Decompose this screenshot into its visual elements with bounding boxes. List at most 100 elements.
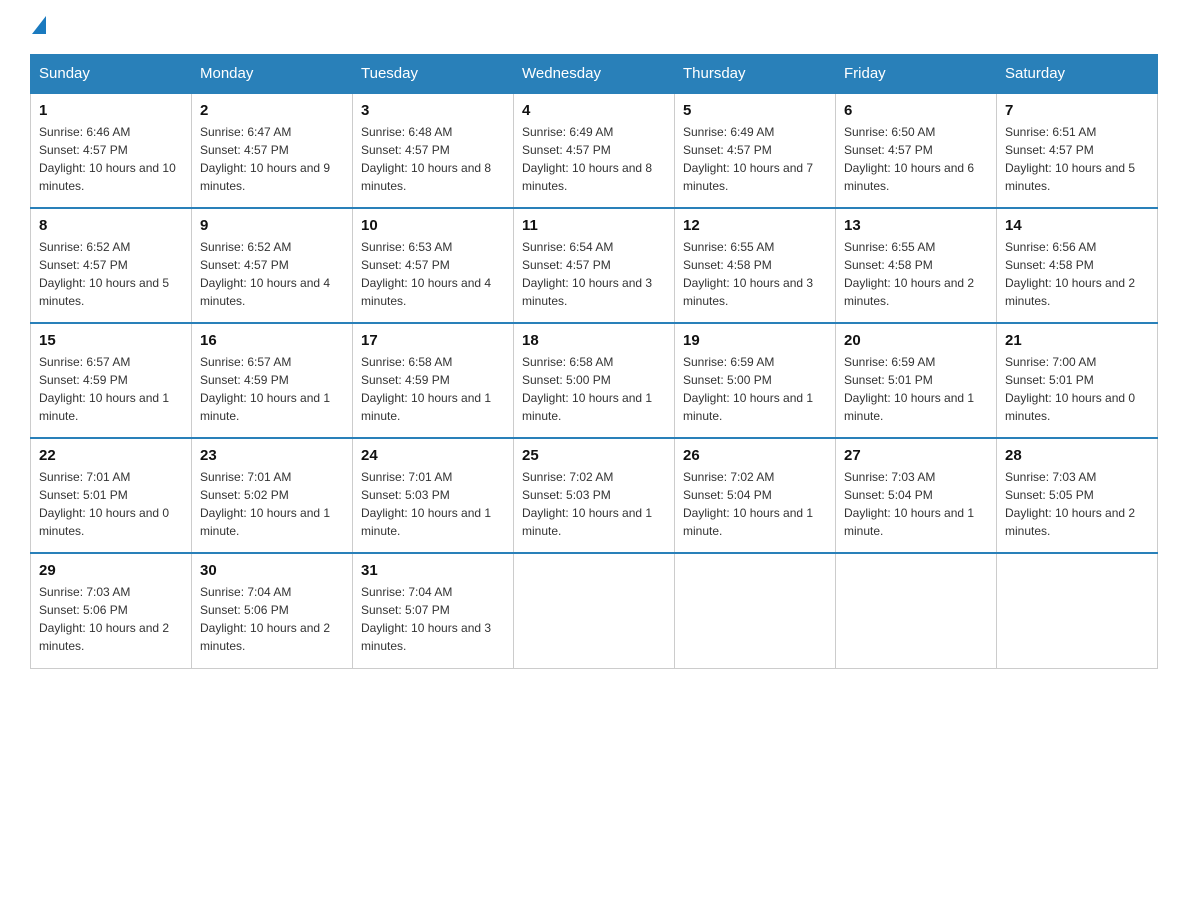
calendar-cell: 30 Sunrise: 7:04 AMSunset: 5:06 PMDayligh…: [192, 553, 353, 668]
day-info: Sunrise: 6:59 AMSunset: 5:01 PMDaylight:…: [844, 355, 974, 423]
day-info: Sunrise: 6:49 AMSunset: 4:57 PMDaylight:…: [683, 125, 813, 193]
day-info: Sunrise: 7:01 AMSunset: 5:03 PMDaylight:…: [361, 470, 491, 538]
day-number: 1: [39, 102, 183, 119]
day-number: 10: [361, 217, 505, 234]
day-info: Sunrise: 6:46 AMSunset: 4:57 PMDaylight:…: [39, 125, 176, 193]
calendar-cell: 18Sunrise: 6:58 AMSunset: 5:00 PMDayligh…: [514, 323, 675, 438]
calendar-cell: 20 Sunrise: 6:59 AMSunset: 5:01 PMDayligh…: [836, 323, 997, 438]
calendar-cell: 2Sunrise: 6:47 AMSunset: 4:57 PMDaylight…: [192, 93, 353, 208]
calendar-cell: 16 Sunrise: 6:57 AMSunset: 4:59 PMDayligh…: [192, 323, 353, 438]
day-number: 3: [361, 102, 505, 119]
column-header-wednesday: Wednesday: [514, 55, 675, 94]
calendar-cell: 23Sunrise: 7:01 AMSunset: 5:02 PMDayligh…: [192, 438, 353, 553]
day-number: 29: [39, 562, 183, 579]
day-number: 15: [39, 332, 183, 349]
calendar-cell: 7Sunrise: 6:51 AMSunset: 4:57 PMDaylight…: [997, 93, 1158, 208]
calendar-cell: 1 Sunrise: 6:46 AMSunset: 4:57 PMDaylight…: [31, 93, 192, 208]
day-number: 2: [200, 102, 344, 119]
calendar-week-row: 22 Sunrise: 7:01 AMSunset: 5:01 PMDayligh…: [31, 438, 1158, 553]
calendar-header-row: SundayMondayTuesdayWednesdayThursdayFrid…: [31, 55, 1158, 94]
calendar-cell: 4 Sunrise: 6:49 AMSunset: 4:57 PMDaylight…: [514, 93, 675, 208]
calendar-table: SundayMondayTuesdayWednesdayThursdayFrid…: [30, 54, 1158, 669]
day-info: Sunrise: 6:52 AMSunset: 4:57 PMDaylight:…: [200, 240, 330, 308]
calendar-cell: 24 Sunrise: 7:01 AMSunset: 5:03 PMDayligh…: [353, 438, 514, 553]
day-number: 20: [844, 332, 988, 349]
calendar-cell: 15Sunrise: 6:57 AMSunset: 4:59 PMDayligh…: [31, 323, 192, 438]
day-info: Sunrise: 6:57 AMSunset: 4:59 PMDaylight:…: [200, 355, 330, 423]
column-header-sunday: Sunday: [31, 55, 192, 94]
calendar-cell: [675, 553, 836, 668]
calendar-week-row: 8 Sunrise: 6:52 AMSunset: 4:57 PMDaylight…: [31, 208, 1158, 323]
day-number: 8: [39, 217, 183, 234]
day-info: Sunrise: 6:59 AMSunset: 5:00 PMDaylight:…: [683, 355, 813, 423]
day-info: Sunrise: 6:55 AMSunset: 4:58 PMDaylight:…: [683, 240, 813, 308]
calendar-cell: 31 Sunrise: 7:04 AMSunset: 5:07 PMDayligh…: [353, 553, 514, 668]
calendar-cell: [836, 553, 997, 668]
day-number: 31: [361, 562, 505, 579]
day-number: 19: [683, 332, 827, 349]
day-number: 12: [683, 217, 827, 234]
column-header-monday: Monday: [192, 55, 353, 94]
day-number: 16: [200, 332, 344, 349]
day-info: Sunrise: 7:02 AMSunset: 5:03 PMDaylight:…: [522, 470, 652, 538]
day-info: Sunrise: 7:02 AMSunset: 5:04 PMDaylight:…: [683, 470, 813, 538]
day-info: Sunrise: 7:04 AMSunset: 5:06 PMDaylight:…: [200, 585, 330, 653]
calendar-cell: 19 Sunrise: 6:59 AMSunset: 5:00 PMDayligh…: [675, 323, 836, 438]
day-number: 25: [522, 447, 666, 464]
calendar-week-row: 29 Sunrise: 7:03 AMSunset: 5:06 PMDayligh…: [31, 553, 1158, 668]
calendar-cell: 11 Sunrise: 6:54 AMSunset: 4:57 PMDayligh…: [514, 208, 675, 323]
calendar-cell: 21 Sunrise: 7:00 AMSunset: 5:01 PMDayligh…: [997, 323, 1158, 438]
day-info: Sunrise: 6:52 AMSunset: 4:57 PMDaylight:…: [39, 240, 169, 308]
day-number: 22: [39, 447, 183, 464]
day-number: 14: [1005, 217, 1149, 234]
day-info: Sunrise: 6:55 AMSunset: 4:58 PMDaylight:…: [844, 240, 974, 308]
calendar-cell: 17 Sunrise: 6:58 AMSunset: 4:59 PMDayligh…: [353, 323, 514, 438]
day-number: 18: [522, 332, 666, 349]
column-header-tuesday: Tuesday: [353, 55, 514, 94]
day-info: Sunrise: 6:53 AMSunset: 4:57 PMDaylight:…: [361, 240, 491, 308]
day-info: Sunrise: 6:54 AMSunset: 4:57 PMDaylight:…: [522, 240, 652, 308]
day-number: 9: [200, 217, 344, 234]
logo: [30, 20, 46, 34]
calendar-week-row: 1 Sunrise: 6:46 AMSunset: 4:57 PMDaylight…: [31, 93, 1158, 208]
day-info: Sunrise: 6:58 AMSunset: 4:59 PMDaylight:…: [361, 355, 491, 423]
day-number: 24: [361, 447, 505, 464]
day-number: 4: [522, 102, 666, 119]
calendar-cell: 12 Sunrise: 6:55 AMSunset: 4:58 PMDayligh…: [675, 208, 836, 323]
day-number: 11: [522, 217, 666, 234]
day-number: 7: [1005, 102, 1149, 119]
day-info: Sunrise: 7:00 AMSunset: 5:01 PMDaylight:…: [1005, 355, 1135, 423]
calendar-cell: 13 Sunrise: 6:55 AMSunset: 4:58 PMDayligh…: [836, 208, 997, 323]
column-header-friday: Friday: [836, 55, 997, 94]
calendar-cell: 5Sunrise: 6:49 AMSunset: 4:57 PMDaylight…: [675, 93, 836, 208]
calendar-cell: 3 Sunrise: 6:48 AMSunset: 4:57 PMDaylight…: [353, 93, 514, 208]
day-number: 30: [200, 562, 344, 579]
day-info: Sunrise: 7:01 AMSunset: 5:01 PMDaylight:…: [39, 470, 169, 538]
calendar-cell: 9 Sunrise: 6:52 AMSunset: 4:57 PMDaylight…: [192, 208, 353, 323]
day-info: Sunrise: 6:56 AMSunset: 4:58 PMDaylight:…: [1005, 240, 1135, 308]
day-number: 21: [1005, 332, 1149, 349]
calendar-cell: 10 Sunrise: 6:53 AMSunset: 4:57 PMDayligh…: [353, 208, 514, 323]
calendar-cell: 25 Sunrise: 7:02 AMSunset: 5:03 PMDayligh…: [514, 438, 675, 553]
day-number: 28: [1005, 447, 1149, 464]
calendar-cell: [997, 553, 1158, 668]
calendar-cell: 27Sunrise: 7:03 AMSunset: 5:04 PMDayligh…: [836, 438, 997, 553]
day-info: Sunrise: 6:49 AMSunset: 4:57 PMDaylight:…: [522, 125, 652, 193]
calendar-cell: 6Sunrise: 6:50 AMSunset: 4:57 PMDaylight…: [836, 93, 997, 208]
day-info: Sunrise: 6:50 AMSunset: 4:57 PMDaylight:…: [844, 125, 974, 193]
calendar-cell: 29 Sunrise: 7:03 AMSunset: 5:06 PMDayligh…: [31, 553, 192, 668]
calendar-cell: 14 Sunrise: 6:56 AMSunset: 4:58 PMDayligh…: [997, 208, 1158, 323]
day-number: 26: [683, 447, 827, 464]
calendar-cell: 22 Sunrise: 7:01 AMSunset: 5:01 PMDayligh…: [31, 438, 192, 553]
day-number: 23: [200, 447, 344, 464]
day-info: Sunrise: 7:04 AMSunset: 5:07 PMDaylight:…: [361, 585, 491, 653]
day-number: 17: [361, 332, 505, 349]
calendar-week-row: 15 Sunrise: 6:57 AMSunset: 4:59 PMDayligh…: [31, 323, 1158, 438]
logo-triangle-icon: [32, 16, 46, 34]
day-info: Sunrise: 6:48 AMSunset: 4:57 PMDaylight:…: [361, 125, 491, 193]
day-info: Sunrise: 7:03 AMSunset: 5:06 PMDaylight:…: [39, 585, 169, 653]
calendar-cell: 28Sunrise: 7:03 AMSunset: 5:05 PMDayligh…: [997, 438, 1158, 553]
day-number: 13: [844, 217, 988, 234]
column-header-saturday: Saturday: [997, 55, 1158, 94]
column-header-thursday: Thursday: [675, 55, 836, 94]
